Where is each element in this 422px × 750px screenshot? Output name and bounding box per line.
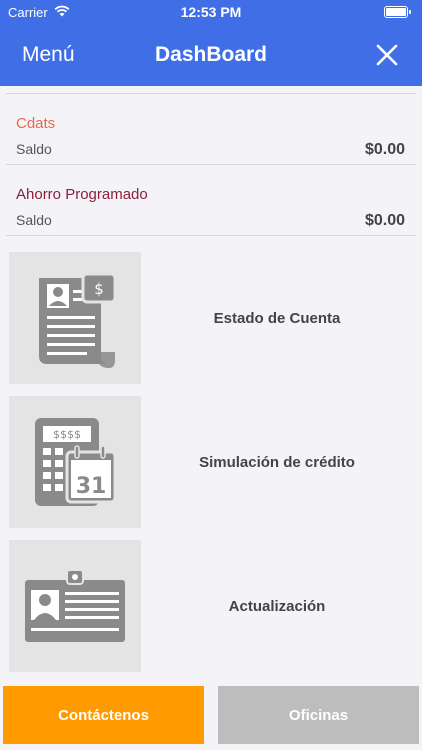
status-left: Carrier bbox=[8, 5, 70, 20]
account-balance-amount: $0.00 bbox=[364, 141, 405, 158]
account-ahorro-programado[interactable]: Ahorro Programado Saldo $0.00 bbox=[0, 165, 422, 235]
battery-icon bbox=[384, 6, 411, 18]
account-name: Ahorro Programado bbox=[16, 186, 148, 203]
menu-item-estado-de-cuenta[interactable]: $ Estado de Cuenta bbox=[9, 252, 413, 384]
offices-button[interactable]: Oficinas bbox=[218, 686, 419, 744]
nav-bar: Menú DashBoard bbox=[0, 24, 422, 86]
account-statement-icon: $ bbox=[9, 252, 141, 384]
bottom-bar: Contáctenos Oficinas bbox=[0, 686, 422, 744]
account-name: Cdats bbox=[16, 115, 56, 132]
calculator-calendar-icon: $$$$ 31 bbox=[9, 396, 141, 528]
contact-button[interactable]: Contáctenos bbox=[3, 686, 204, 744]
menu-item-label: Actualización bbox=[228, 597, 326, 615]
account-balance-label: Saldo bbox=[16, 141, 52, 157]
id-card-icon bbox=[9, 540, 141, 672]
menu-item-label: Estado de Cuenta bbox=[213, 309, 341, 327]
menu-item-simulacion-de-credito[interactable]: $$$$ 31 Simulación de crédito bbox=[9, 396, 413, 528]
accounts-list: Cdats Saldo $0.00 Ahorro Programado Sald… bbox=[0, 86, 422, 236]
account-cdats[interactable]: Cdats Saldo $0.00 bbox=[0, 94, 422, 164]
divider bbox=[6, 235, 416, 236]
carrier-label: Carrier bbox=[8, 4, 48, 20]
account-balance-label: Saldo bbox=[16, 212, 52, 228]
svg-text:$$$$: $$$$ bbox=[53, 428, 81, 441]
svg-text:$: $ bbox=[94, 280, 104, 298]
wifi-icon bbox=[54, 5, 70, 20]
menu-button[interactable]: Menú bbox=[22, 43, 75, 67]
close-icon[interactable] bbox=[374, 42, 400, 68]
menu-item-actualizacion[interactable]: Actualización bbox=[9, 540, 413, 672]
menu-item-label: Simulación de crédito bbox=[199, 453, 355, 471]
account-balance-amount: $0.00 bbox=[364, 212, 405, 229]
status-bar: Carrier 12:53 PM bbox=[0, 0, 422, 24]
svg-text:31: 31 bbox=[76, 474, 107, 499]
